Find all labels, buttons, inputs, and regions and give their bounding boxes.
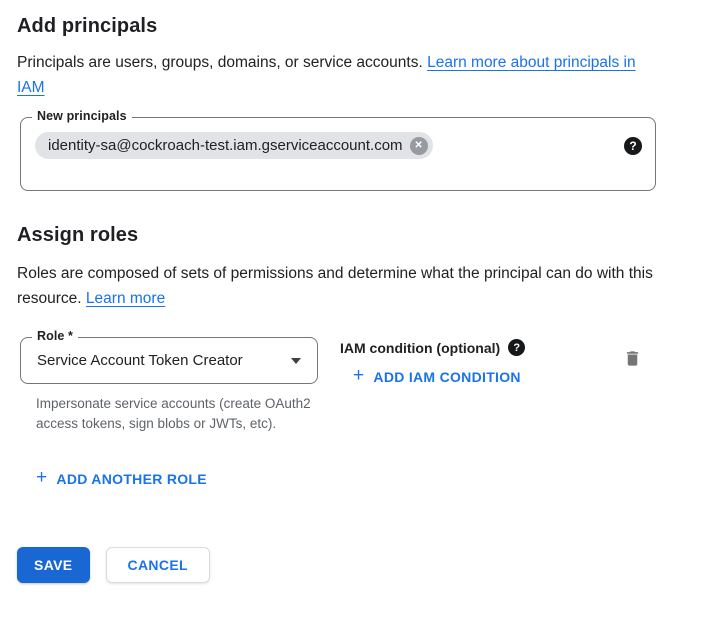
assign-roles-title: Assign roles xyxy=(17,224,696,247)
roles-intro-text: Roles are composed of sets of permission… xyxy=(17,261,665,311)
role-description: Impersonate service accounts (create OAu… xyxy=(36,394,318,434)
role-column: Role * Service Account Token Creator Imp… xyxy=(20,337,318,434)
dialog-footer: SAVE CANCEL xyxy=(17,547,696,583)
page-title: Add principals xyxy=(17,15,696,38)
add-iam-condition-label: ADD IAM CONDITION xyxy=(373,369,520,385)
help-icon: ? xyxy=(513,342,520,354)
role-row: Role * Service Account Token Creator Imp… xyxy=(20,337,656,434)
role-selected-value: Service Account Token Creator xyxy=(37,352,291,369)
add-another-role-button[interactable]: + ADD ANOTHER ROLE xyxy=(36,471,207,487)
delete-role-button[interactable] xyxy=(621,347,644,373)
new-principals-label: New principals xyxy=(32,109,132,123)
new-principals-help-button[interactable]: ? xyxy=(624,137,642,155)
cancel-button[interactable]: CANCEL xyxy=(106,547,210,583)
close-icon: ✕ xyxy=(414,140,422,151)
intro-text: Principals are users, groups, domains, o… xyxy=(17,50,665,100)
principal-chip: identity-sa@cockroach-test.iam.gservicea… xyxy=(35,132,433,159)
iam-condition-help-button[interactable]: ? xyxy=(508,339,525,356)
dropdown-arrow-icon xyxy=(291,358,301,364)
principal-chip-label: identity-sa@cockroach-test.iam.gservicea… xyxy=(48,137,403,154)
save-button[interactable]: SAVE xyxy=(17,547,90,583)
new-principals-field[interactable]: New principals identity-sa@cockroach-tes… xyxy=(20,117,656,191)
help-icon: ? xyxy=(629,139,636,153)
learn-more-roles-link[interactable]: Learn more xyxy=(86,290,165,307)
iam-condition-column: IAM condition (optional) ? + ADD IAM CON… xyxy=(340,337,525,387)
chip-remove-button[interactable]: ✕ xyxy=(410,137,428,155)
plus-icon: + xyxy=(353,369,364,383)
plus-icon: + xyxy=(36,471,47,485)
add-iam-condition-button[interactable]: + ADD IAM CONDITION xyxy=(353,369,521,385)
add-another-role-label: ADD ANOTHER ROLE xyxy=(56,471,207,487)
trash-icon xyxy=(623,349,642,368)
iam-condition-label-row: IAM condition (optional) ? xyxy=(340,339,525,356)
role-label: Role * xyxy=(32,329,78,343)
add-principals-panel: Add principals Principals are users, gro… xyxy=(0,15,713,583)
role-select[interactable]: Role * Service Account Token Creator xyxy=(20,337,318,384)
intro-text-body: Principals are users, groups, domains, o… xyxy=(17,54,427,71)
iam-condition-label: IAM condition (optional) xyxy=(340,340,500,356)
